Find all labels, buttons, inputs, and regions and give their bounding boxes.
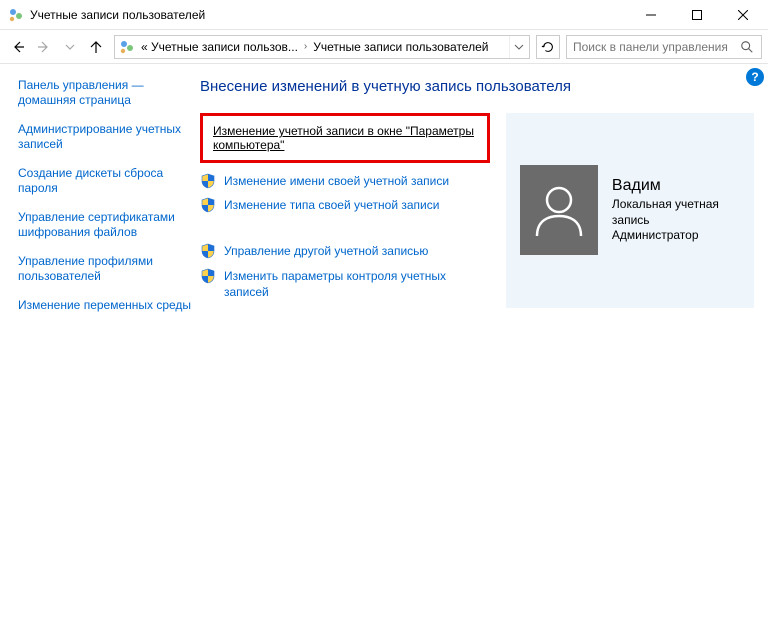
search-button[interactable] [737,37,757,57]
navbar: « Учетные записи пользов... › Учетные за… [0,30,768,64]
search-box[interactable] [566,35,762,59]
search-icon [740,40,754,54]
shield-icon [200,173,216,189]
user-card: Вадим Локальная учетная запись Администр… [506,113,754,308]
titlebar: Учетные записи пользователей [0,0,768,30]
shield-icon [200,243,216,259]
sidebar-link-encryption-certs[interactable]: Управление сертификатами шифрования файл… [18,210,192,240]
task-list: Изменение учетной записи в окне "Парамет… [200,113,490,308]
refresh-button[interactable] [536,35,560,59]
task-rename-account[interactable]: Изменение имени своей учетной записи [224,173,449,189]
nav-forward-button[interactable] [32,35,56,59]
nav-back-button[interactable] [6,35,30,59]
sidebar-link-home[interactable]: Панель управления — домашняя страница [18,78,192,108]
task-change-uac[interactable]: Изменить параметры контроля учетных запи… [224,268,490,300]
sidebar-link-admin-accounts[interactable]: Администрирование учетных записей [18,122,192,152]
nav-recent-dropdown[interactable] [58,35,82,59]
maximize-button[interactable] [674,0,720,30]
sidebar: Панель управления — домашняя страница Ад… [0,64,200,626]
user-info: Вадим Локальная учетная запись Администр… [612,177,740,244]
app-icon [8,7,24,23]
task-change-account-type[interactable]: Изменение типа своей учетной записи [224,197,439,213]
breadcrumb-separator-icon[interactable]: › [302,41,309,52]
shield-icon [200,268,216,284]
user-role: Администратор [612,228,740,244]
breadcrumb-segment-2[interactable]: Учетные записи пользователей [309,40,492,54]
user-name: Вадим [612,177,740,195]
sidebar-link-password-reset-disk[interactable]: Создание дискеты сброса пароля [18,166,192,196]
sidebar-link-env-vars[interactable]: Изменение переменных среды [18,298,192,313]
address-dropdown-button[interactable] [509,36,527,58]
nav-up-button[interactable] [84,35,108,59]
page-heading: Внесение изменений в учетную запись поль… [200,78,754,95]
highlighted-task-box: Изменение учетной записи в окне "Парамет… [200,113,490,163]
minimize-button[interactable] [628,0,674,30]
user-account-type: Локальная учетная запись [612,197,740,228]
close-button[interactable] [720,0,766,30]
help-button[interactable]: ? [746,68,764,86]
search-input[interactable] [571,39,737,55]
sidebar-link-user-profiles[interactable]: Управление профилями пользователей [18,254,192,284]
window-title: Учетные записи пользователей [30,8,205,22]
address-icon [119,39,135,55]
address-bar[interactable]: « Учетные записи пользов... › Учетные за… [114,35,530,59]
shield-icon [200,197,216,213]
breadcrumb-segment-1[interactable]: « Учетные записи пользов... [137,40,302,54]
task-manage-other-account[interactable]: Управление другой учетной записью [224,243,428,259]
avatar [520,165,598,255]
user-icon [529,180,589,240]
task-change-in-settings[interactable]: Изменение учетной записи в окне "Парамет… [213,124,474,152]
main-content: Внесение изменений в учетную запись поль… [200,64,768,626]
